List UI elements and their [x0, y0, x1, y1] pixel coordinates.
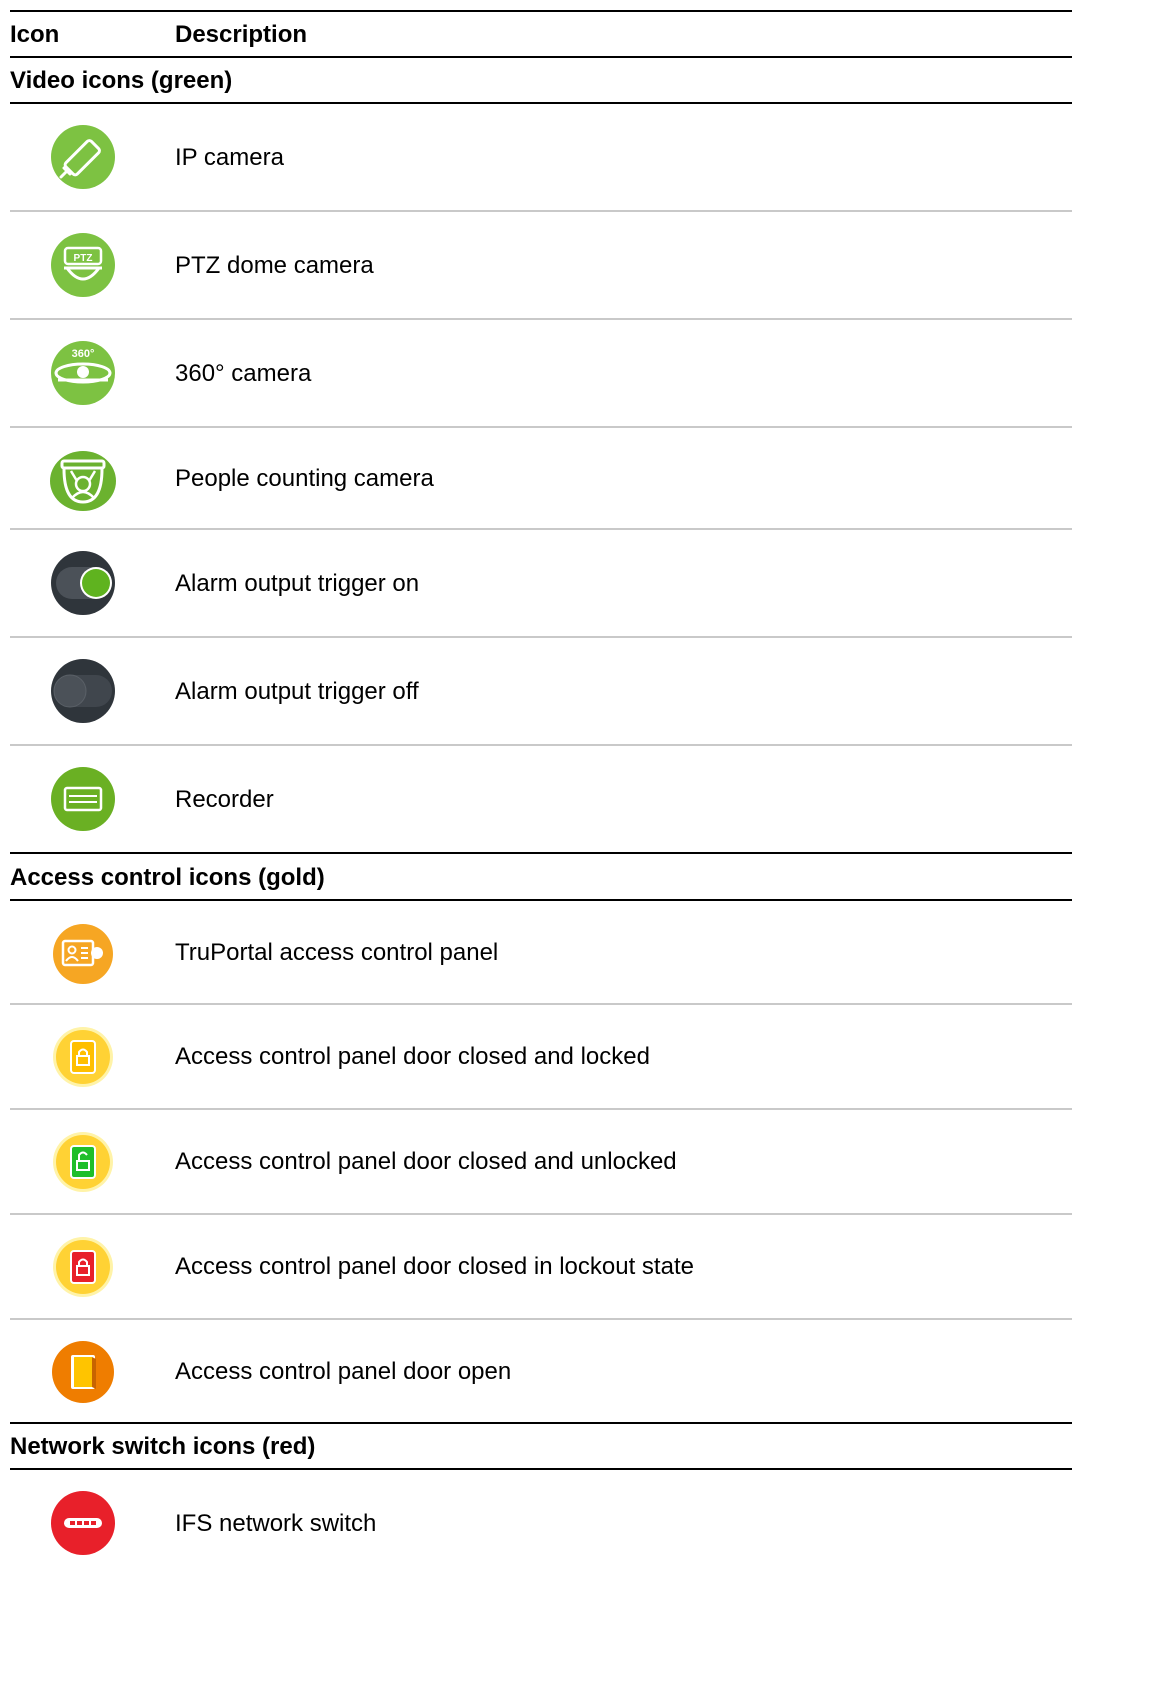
network-switch-icon [50, 1490, 116, 1556]
section-rule [10, 852, 1072, 854]
row-description: Access control panel door closed in lock… [175, 1253, 694, 1280]
section-title-video: Video icons (green) [10, 67, 233, 94]
alarm-output-on-icon [50, 550, 116, 616]
360-camera-icon: 360° [50, 340, 116, 406]
row-description: TruPortal access control panel [175, 939, 499, 966]
door-lockout-icon [50, 1234, 116, 1300]
people-counting-camera-icon [50, 448, 116, 514]
table-row: IP camera [10, 104, 1072, 210]
row-description: People counting camera [175, 465, 434, 492]
row-description: Alarm output trigger on [175, 570, 420, 597]
row-description: IP camera [175, 144, 284, 171]
table-top-rule [10, 10, 1072, 12]
table-row: People counting camera [10, 428, 1072, 528]
table-row: Access control panel door closed in lock… [10, 1215, 1072, 1317]
table-row: PTZ PTZ dome camera [10, 212, 1072, 318]
header-icon-col: Icon [10, 21, 60, 48]
row-description: Alarm output trigger off [175, 678, 419, 705]
door-closed-unlocked-icon [50, 1129, 116, 1195]
header-description-col: Description [175, 21, 308, 48]
row-description: 360° camera [175, 360, 312, 387]
table-row: Recorder [10, 746, 1072, 852]
ptz-dome-camera-icon: PTZ [50, 232, 116, 298]
alarm-output-off-icon [50, 658, 116, 724]
table-row: Access control panel door open [10, 1320, 1072, 1422]
table-row: Alarm output trigger off [10, 638, 1072, 744]
row-description: Access control panel door closed and unl… [175, 1148, 677, 1175]
table-row: Access control panel door closed and unl… [10, 1110, 1072, 1212]
row-description: PTZ dome camera [175, 252, 374, 279]
section-title-network: Network switch icons (red) [10, 1433, 316, 1460]
row-description: Access control panel door open [175, 1358, 512, 1385]
door-open-icon [50, 1339, 116, 1405]
svg-text:PTZ: PTZ [74, 253, 93, 264]
header-rule [10, 56, 1072, 58]
table-row: 360° 360° camera [10, 320, 1072, 426]
table-row: Access control panel door closed and loc… [10, 1005, 1072, 1107]
door-closed-locked-icon [50, 1024, 116, 1090]
row-description: IFS network switch [175, 1510, 377, 1537]
section-title-access: Access control icons (gold) [10, 864, 325, 891]
ip-camera-icon [50, 124, 116, 190]
table-row: Alarm output trigger on [10, 530, 1072, 636]
row-description: Access control panel door closed and loc… [175, 1043, 650, 1070]
table-row: TruPortal access control panel [10, 901, 1072, 1003]
row-description: Recorder [175, 786, 274, 813]
recorder-icon [50, 766, 116, 832]
section-rule [10, 1422, 1072, 1424]
svg-text:360°: 360° [72, 348, 95, 360]
truportal-panel-icon [50, 921, 116, 987]
table-row: IFS network switch [10, 1470, 1072, 1580]
